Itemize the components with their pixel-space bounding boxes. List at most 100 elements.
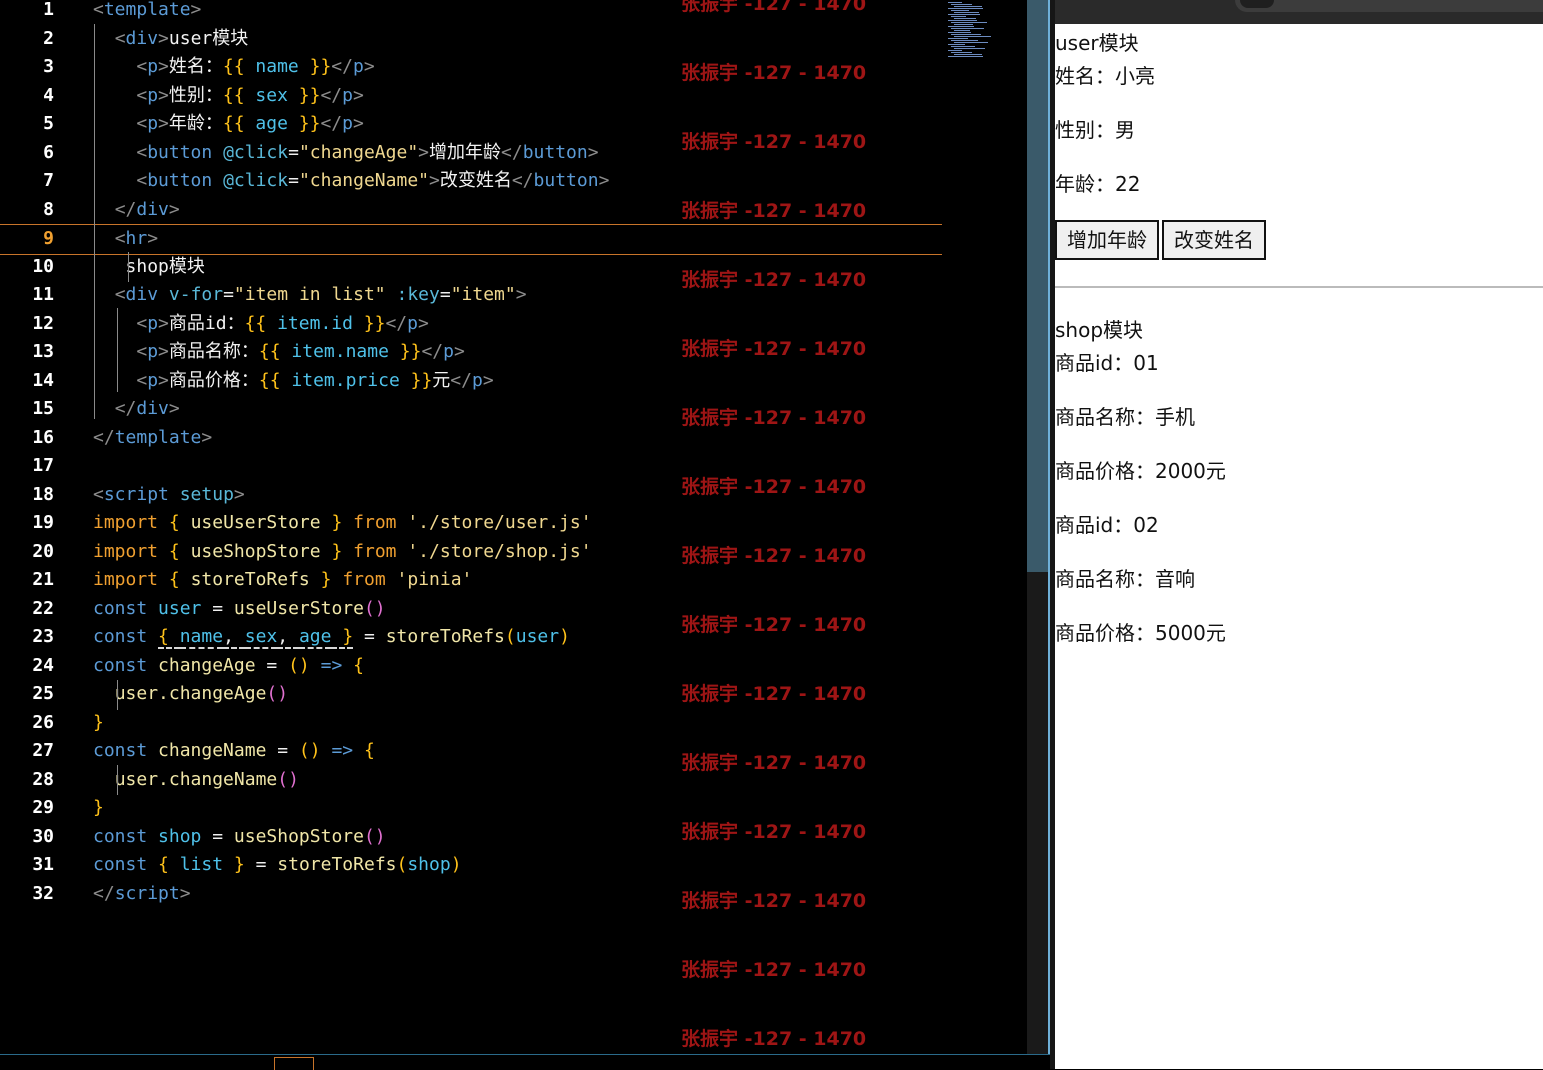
- code-token: =>: [309, 654, 354, 676]
- code-token: div: [125, 284, 159, 305]
- code-token: >: [158, 56, 169, 77]
- code-content: <p>商品价格：{{ item.price }}元</p>: [93, 367, 493, 396]
- code-token: {{: [258, 369, 292, 391]
- status-bar: [0, 1054, 1050, 1070]
- code-line[interactable]: 12 <p>商品id：{{ item.id }}</p>: [0, 310, 942, 339]
- code-token: 'pinia': [396, 569, 473, 590]
- code-token: >: [418, 141, 430, 163]
- watermark-text: 张振宇 -127 - 1470: [681, 0, 867, 15]
- code-token: </: [331, 56, 353, 77]
- code-token: const: [93, 654, 148, 676]
- line-number: 3: [43, 56, 54, 77]
- user-module-title: user模块: [1055, 31, 1139, 55]
- browser-tab-strip: [1235, 0, 1543, 12]
- code-token: ,: [277, 626, 299, 649]
- code-token: >: [515, 284, 527, 305]
- code-content: }: [93, 709, 104, 738]
- line-number: 2: [43, 27, 54, 49]
- code-token: <: [136, 341, 148, 362]
- code-token: =: [288, 170, 299, 191]
- line-number: 9: [43, 228, 54, 249]
- line-number: 8: [43, 198, 54, 220]
- code-content: </template>: [93, 424, 212, 453]
- code-content: import { storeToRefs } from 'pinia': [93, 566, 472, 595]
- status-indicator: [274, 1057, 314, 1070]
- indent-guide: [94, 24, 95, 419]
- code-line[interactable]: 31 const { list } = storeToRefs(shop): [0, 851, 942, 880]
- line-number: 22: [32, 597, 54, 619]
- code-token: ,: [223, 626, 245, 649]
- code-token: }: [331, 512, 343, 533]
- code-token: "item in list": [233, 284, 386, 305]
- item-id-text: 商品id：01: [1055, 351, 1159, 375]
- code-token: <: [114, 27, 126, 49]
- code-token: button: [522, 141, 588, 163]
- code-token: =: [439, 284, 451, 305]
- code-editor[interactable]: 1 <template> 2 <div>user模块 3 <p>姓名：{{ name …: [0, 0, 1027, 1054]
- code-line[interactable]: 9 <hr>: [0, 224, 942, 255]
- code-token: p: [147, 113, 159, 134]
- code-content: <script setup>: [93, 481, 245, 510]
- line-number: 19: [32, 512, 54, 533]
- code-token: {{: [244, 312, 278, 334]
- code-token: }}: [287, 113, 321, 134]
- code-line[interactable]: 14 <p>商品价格：{{ item.price }}元</p>: [0, 367, 942, 396]
- code-content: const shop = useShopStore(): [93, 823, 386, 852]
- code-token: const: [93, 825, 148, 847]
- indent-guide: [117, 765, 118, 795]
- minimap[interactable]: [948, 0, 991, 60]
- code-line[interactable]: 2 <div>user模块: [0, 25, 942, 54]
- code-content: }: [93, 794, 104, 823]
- code-line[interactable]: 19 import { useUserStore } from './store/…: [0, 509, 942, 538]
- watermark-text: 张振宇 -127 - 1470: [681, 683, 867, 705]
- code-token: import: [93, 540, 159, 562]
- code-token: item.name: [291, 341, 389, 362]
- code-token: >: [168, 398, 180, 419]
- code-token: div: [125, 27, 159, 49]
- change-name-button[interactable]: 改变姓名: [1162, 220, 1266, 260]
- browser-control[interactable]: [1240, 0, 1274, 8]
- item-name-text: 商品名称：手机: [1055, 405, 1195, 429]
- code-token: p: [443, 341, 454, 362]
- line-number: 14: [32, 369, 54, 391]
- code-token: <: [114, 228, 126, 249]
- code-token: shop模块: [125, 255, 205, 277]
- code-token: <: [136, 56, 148, 77]
- code-token: v-for: [168, 284, 224, 305]
- add-age-button[interactable]: 增加年龄: [1055, 220, 1159, 260]
- item-id-text: 商品id：02: [1055, 513, 1159, 537]
- code-token: <: [136, 141, 148, 163]
- code-token: </: [114, 398, 137, 419]
- line-number: 31: [32, 854, 54, 875]
- code-token: from: [353, 540, 397, 562]
- code-token: script: [114, 882, 180, 904]
- code-token: {{: [222, 113, 256, 134]
- code-content: <button @click="changeName">改变姓名</button…: [93, 167, 609, 196]
- code-token: (: [396, 854, 408, 875]
- code-line[interactable]: 26}: [0, 709, 942, 738]
- code-token: >: [454, 341, 465, 362]
- line-number: 23: [32, 626, 54, 647]
- indent-guide: [117, 680, 118, 710]
- code-token: (): [266, 683, 289, 704]
- code-token: >: [158, 27, 169, 49]
- code-line[interactable]: 7 <button @click="changeName">改变姓名</butt…: [0, 167, 942, 196]
- code-line[interactable]: 21 import { storeToRefs } from 'pinia': [0, 566, 942, 595]
- code-token: </: [385, 312, 408, 334]
- code-token: {{: [222, 56, 256, 77]
- code-token: =: [223, 284, 234, 305]
- editor-scrollbar-thumb[interactable]: [1027, 0, 1048, 572]
- code-token: age: [255, 113, 288, 134]
- code-token: >: [598, 170, 610, 191]
- line-number: 25: [32, 683, 54, 704]
- code-line[interactable]: 24 const changeAge = () => {: [0, 652, 942, 681]
- code-token: @click: [223, 141, 289, 163]
- code-token: script: [103, 483, 169, 505]
